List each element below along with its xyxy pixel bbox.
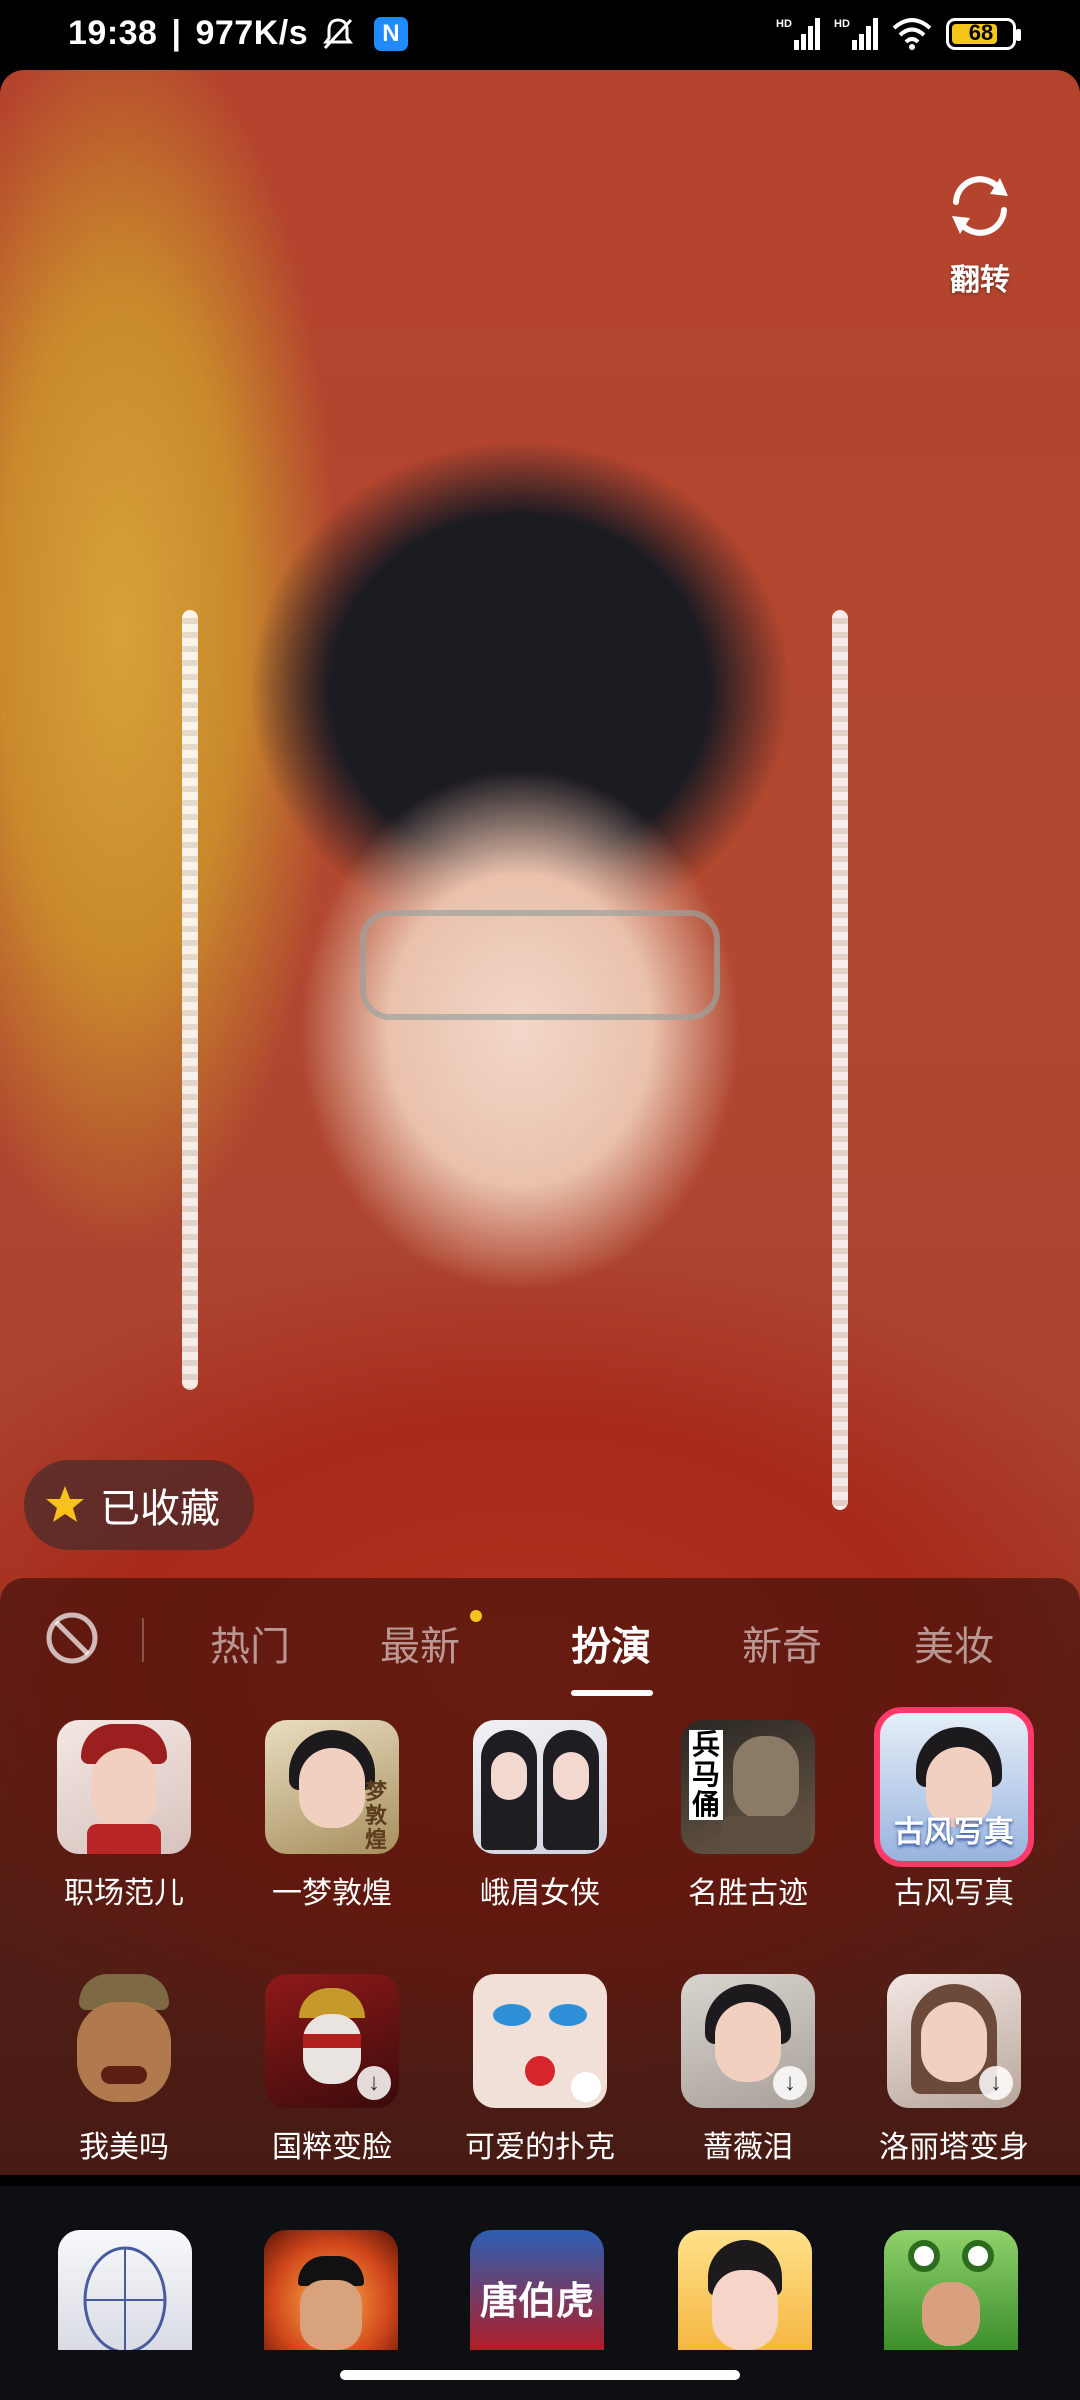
effect-thumbnail: 古风写真: [874, 1707, 1034, 1867]
signal2-label: HD: [834, 18, 850, 30]
tray-item-sketch-face[interactable]: [58, 2230, 192, 2350]
wifi-icon: [892, 18, 932, 50]
effect-thumbnail: ↓: [887, 1974, 1021, 2108]
effect-item[interactable]: 我美吗: [34, 1974, 214, 2166]
new-indicator-dot: [470, 1610, 482, 1622]
thumbnail-art-text: 古风写真: [894, 1815, 1014, 1850]
tab-novel[interactable]: 新奇: [742, 1614, 822, 1672]
flip-camera-button[interactable]: 翻转: [920, 166, 1040, 299]
effect-thumbnail: [57, 1720, 191, 1854]
effect-item[interactable]: ↓ 洛丽塔变身: [864, 1974, 1044, 2166]
effect-item-selected[interactable]: 古风写真 古风写真: [864, 1707, 1044, 1912]
effect-label: 蔷薇泪: [703, 2131, 793, 2164]
tab-new[interactable]: 最新: [380, 1614, 460, 1672]
battery-icon: 68: [946, 18, 1021, 50]
bottom-effect-tray: 唐伯虎: [0, 2186, 1080, 2400]
effect-thumbnail: 兵马俑: [681, 1720, 815, 1854]
effect-thumbnail: ↓: [265, 1974, 399, 2108]
favorite-button[interactable]: 已收藏: [24, 1460, 254, 1550]
tray-item-tang-bohu[interactable]: 唐伯虎: [470, 2230, 604, 2350]
face-glasses: [360, 910, 720, 1020]
signal1-label: HD: [776, 18, 792, 30]
star-icon: [46, 1486, 84, 1522]
download-icon: ↓: [357, 2066, 391, 2100]
active-tab-indicator: [571, 1690, 653, 1696]
effect-label: 洛丽塔变身: [879, 2131, 1029, 2164]
tab-roleplay[interactable]: 扮演: [571, 1614, 651, 1672]
tab-divider: [142, 1618, 144, 1662]
flip-camera-icon: [952, 176, 1008, 236]
tray-item-frog-hood[interactable]: [884, 2230, 1018, 2350]
favorite-label: 已收藏: [100, 1487, 220, 1531]
decorative-pearl-strand: [832, 610, 848, 1510]
effect-label: 一梦敦煌: [272, 1877, 392, 1910]
effect-label: 职场范儿: [64, 1877, 184, 1910]
effect-item[interactable]: ↓ 蔷薇泪: [658, 1974, 838, 2166]
bell-muted-icon: [323, 17, 354, 49]
thumbnail-art-text: 梦敦煌: [364, 1779, 387, 1853]
effect-thumbnail: [473, 1974, 607, 2108]
category-tabs: 热门 最新 扮演 新奇 美妆: [0, 1578, 1080, 1698]
home-indicator[interactable]: [340, 2370, 740, 2380]
effect-thumbnail: ↓: [681, 1974, 815, 2108]
tray-item-cartoon-girl[interactable]: [678, 2230, 812, 2350]
effect-thumbnail: [473, 1720, 607, 1854]
effect-label: 古风写真: [894, 1877, 1014, 1910]
tab-makeup[interactable]: 美妆: [914, 1614, 994, 1672]
battery-percent: 68: [968, 20, 994, 45]
effect-item[interactable]: 峨眉女侠: [450, 1720, 630, 1912]
download-icon: ↓: [773, 2066, 807, 2100]
effect-item[interactable]: 可爱的扑克: [450, 1974, 630, 2166]
effect-label: 峨眉女侠: [480, 1877, 600, 1910]
signal-icon: HD: [776, 18, 820, 50]
network-speed: 977K/s: [195, 14, 309, 52]
sketch-face-icon: [83, 2246, 167, 2350]
effect-item[interactable]: 职场范儿: [34, 1720, 214, 1912]
effect-label: 国粹变脸: [272, 2131, 392, 2164]
effect-label: 名胜古迹: [688, 1877, 808, 1910]
effect-item[interactable]: 兵马俑 名胜古迹: [658, 1720, 838, 1912]
effect-label: 可爱的扑克: [465, 2131, 615, 2164]
effects-panel: 热门 最新 扮演 新奇 美妆 职场范儿 梦敦煌 一梦敦煌 峨眉女侠 兵马俑 名胜…: [0, 1578, 1080, 2186]
flip-camera-label: 翻转: [950, 264, 1010, 297]
clock: 19:38: [68, 14, 158, 52]
thumbnail-art-text: 兵马俑: [689, 1730, 723, 1820]
download-icon: ↓: [979, 2066, 1013, 2100]
decorative-pearl-strand: [182, 610, 198, 1390]
effect-label: 我美吗: [79, 2131, 169, 2164]
effect-item[interactable]: ↓ 国粹变脸: [242, 1974, 422, 2166]
effect-item[interactable]: 梦敦煌 一梦敦煌: [242, 1720, 422, 1912]
effect-thumbnail: [57, 1974, 191, 2108]
tab-hot[interactable]: 热门: [210, 1614, 290, 1672]
signal-icon: HD: [834, 18, 878, 50]
tray-item-text: 唐伯虎: [479, 2278, 594, 2323]
tray-item-opera-mask[interactable]: [264, 2230, 398, 2350]
n-app-icon: N: [374, 16, 409, 51]
no-effect-icon[interactable]: [44, 1610, 100, 1666]
effect-thumbnail: 梦敦煌: [265, 1720, 399, 1854]
status-bar: 19:38 | 977K/s N HD HD 68: [0, 0, 1080, 70]
